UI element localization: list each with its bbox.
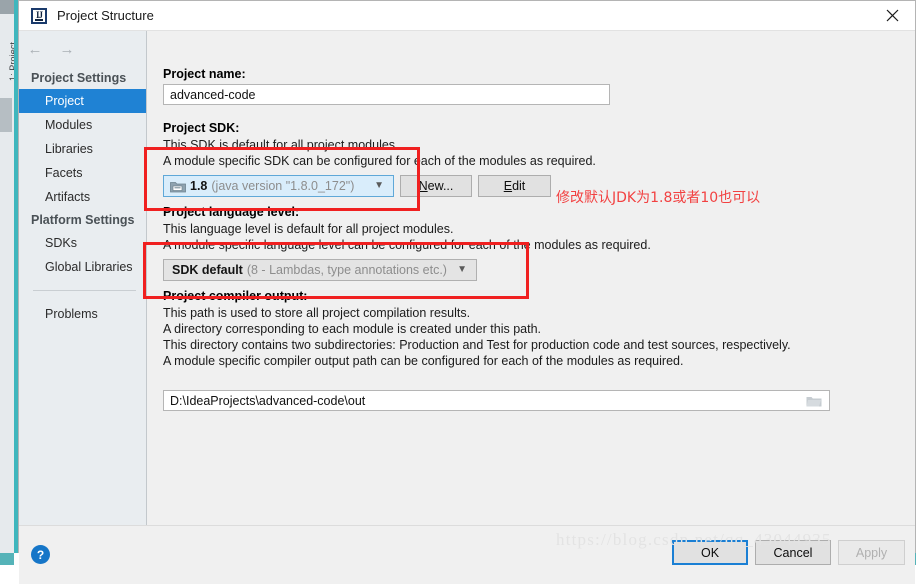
jdk-folder-icon xyxy=(170,180,186,193)
settings-nav-pane: ← → Project Settings Project Modules Lib… xyxy=(19,31,147,525)
sidebar-item-problems[interactable]: Problems xyxy=(19,302,146,326)
new-sdk-button[interactable]: New... xyxy=(400,175,472,197)
new-button-mnemonic: N xyxy=(418,179,428,193)
project-sdk-version-detail: (java version "1.8.0_172") xyxy=(211,179,355,193)
edit-button-label: dit xyxy=(512,179,526,193)
project-name-input[interactable]: advanced-code xyxy=(163,84,610,105)
annotation-note-jdk: 修改默认JDK为1.8或者10也可以 xyxy=(556,190,761,206)
close-icon[interactable] xyxy=(869,1,915,30)
project-structure-dialog: IJ Project Structure ← → Project Setting… xyxy=(18,0,916,584)
intellij-idea-icon: IJ xyxy=(31,7,47,24)
language-level-desc-2: A module specific language level can be … xyxy=(163,238,651,252)
cancel-button[interactable]: Cancel xyxy=(755,540,831,565)
ok-button[interactable]: OK xyxy=(672,540,748,565)
language-level-detail: (8 - Lambdas, type annotations etc.) xyxy=(246,263,447,277)
project-sdk-version: 1.8 xyxy=(190,179,208,193)
sidebar-item-project[interactable]: Project xyxy=(19,89,146,113)
nav-divider xyxy=(33,290,136,291)
language-level-combo[interactable]: SDK default (8 - Lambdas, type annotatio… xyxy=(163,259,477,281)
dialog-body: ← → Project Settings Project Modules Lib… xyxy=(19,31,915,525)
compiler-output-path-value: D:\IdeaProjects\advanced-code\out xyxy=(170,393,366,408)
language-level-value: SDK default xyxy=(172,263,243,277)
project-sdk-desc-2: A module specific SDK can be configured … xyxy=(163,154,596,168)
nav-group-project-settings: Project Settings xyxy=(31,71,127,85)
language-level-desc-1: This language level is default for all p… xyxy=(163,222,454,236)
chevron-down-icon[interactable]: ▼ xyxy=(457,265,467,275)
arrow-left-icon[interactable]: ← xyxy=(24,38,46,60)
project-settings-content: Project name: advanced-code Project SDK:… xyxy=(143,31,915,525)
compiler-output-desc-1: This path is used to store all project c… xyxy=(163,306,471,320)
compiler-output-path-input[interactable]: D:\IdeaProjects\advanced-code\out xyxy=(163,390,830,411)
ide-tool-window-strip: 1: Project xyxy=(0,0,18,565)
nav-history-controls: ← → xyxy=(19,31,146,67)
sidebar-item-sdks[interactable]: SDKs xyxy=(19,231,146,255)
language-level-label: Project language level: xyxy=(163,205,300,219)
arrow-right-icon[interactable]: → xyxy=(56,38,78,60)
ide-strip-swatch-mid xyxy=(0,98,12,132)
help-icon[interactable]: ? xyxy=(31,545,50,564)
sidebar-item-artifacts[interactable]: Artifacts xyxy=(19,185,146,209)
sidebar-item-modules[interactable]: Modules xyxy=(19,113,146,137)
compiler-output-label: Project compiler output: xyxy=(163,289,308,303)
project-sdk-label: Project SDK: xyxy=(163,121,240,135)
ide-strip-swatch-top xyxy=(0,0,14,14)
project-sdk-combo[interactable]: 1.8 (java version "1.8.0_172") ▼ xyxy=(163,175,394,197)
sidebar-item-libraries[interactable]: Libraries xyxy=(19,137,146,161)
sidebar-item-facets[interactable]: Facets xyxy=(19,161,146,185)
apply-button: Apply xyxy=(838,540,905,565)
compiler-output-desc-3: This directory contains two subdirectori… xyxy=(163,338,791,352)
compiler-output-desc-2: A directory corresponding to each module… xyxy=(163,322,541,336)
sidebar-item-global-libraries[interactable]: Global Libraries xyxy=(19,255,146,279)
edit-button-mnemonic: E xyxy=(503,179,513,193)
new-button-label: ew... xyxy=(427,179,454,193)
folder-browse-icon[interactable] xyxy=(806,394,822,407)
edit-sdk-button[interactable]: Edit xyxy=(478,175,551,197)
chevron-down-icon[interactable]: ▼ xyxy=(374,181,384,191)
compiler-output-desc-4: A module specific compiler output path c… xyxy=(163,354,684,368)
nav-group-platform-settings: Platform Settings xyxy=(31,213,135,227)
project-sdk-desc-1: This SDK is default for all project modu… xyxy=(163,138,399,152)
dialog-titlebar: IJ Project Structure xyxy=(19,1,915,31)
project-name-label: Project name: xyxy=(163,67,246,81)
dialog-footer: ? OK Cancel Apply xyxy=(19,525,915,584)
dialog-title: Project Structure xyxy=(57,8,154,23)
